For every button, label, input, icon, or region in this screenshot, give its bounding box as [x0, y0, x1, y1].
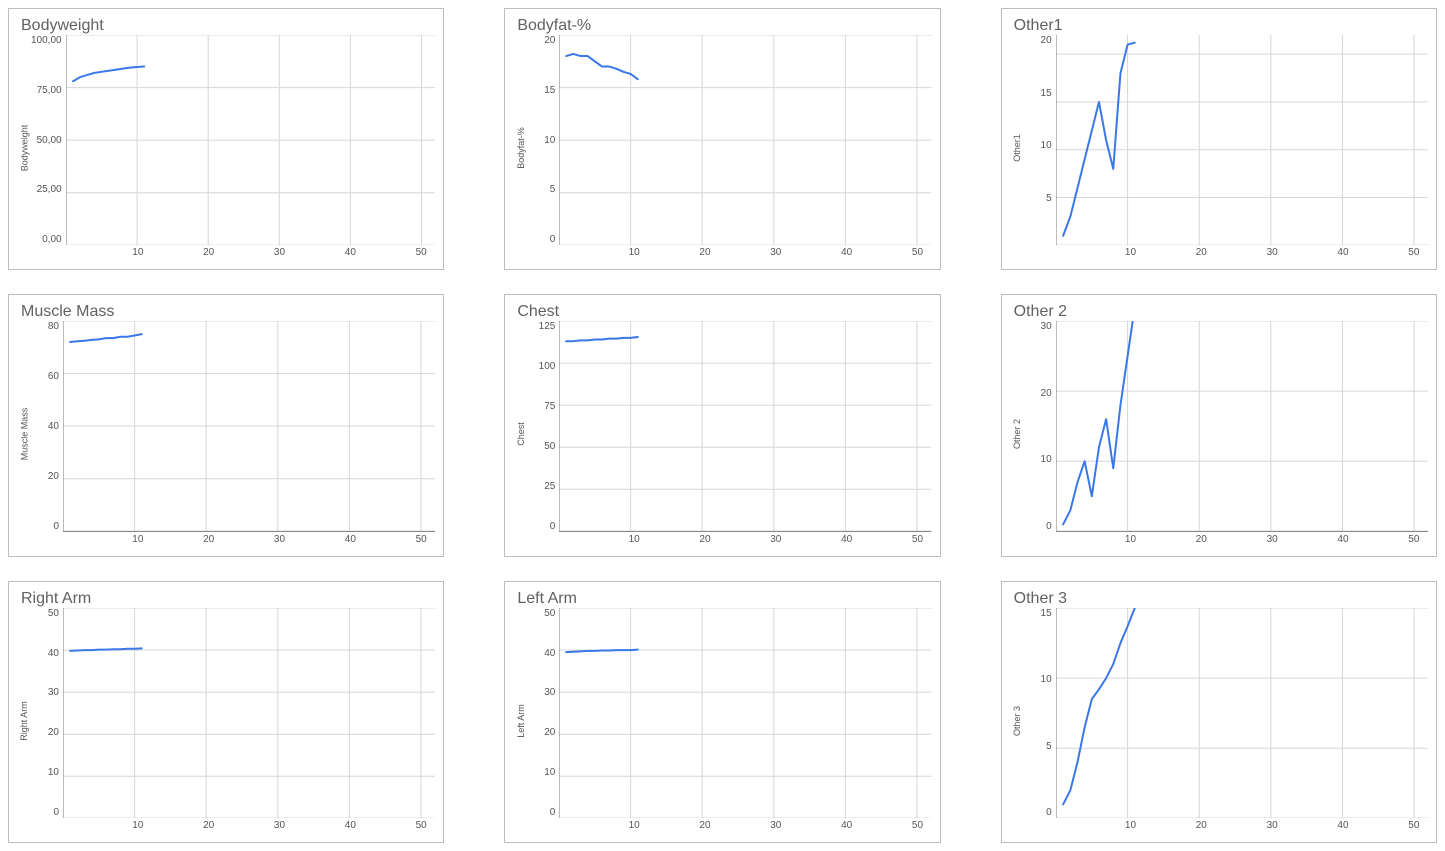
chart-title: Muscle Mass: [21, 303, 435, 321]
chart-bodyfat: Bodyfat-% Bodyfat-%20151050 1020304050: [504, 8, 940, 270]
chart-title: Other 3: [1014, 590, 1428, 608]
y-axis-label: Other 2: [1012, 419, 1022, 449]
y-ticks: 1251007550250: [527, 321, 559, 531]
y-ticks: 20151050: [527, 35, 559, 245]
y-ticks: 806040200: [31, 321, 63, 531]
x-ticks: 1020304050: [1024, 534, 1428, 548]
y-axis-label: Bodyweight: [19, 125, 29, 172]
plot-area: [559, 321, 931, 531]
y-axis-label: Left Arm: [515, 704, 525, 738]
chart-chest: Chest Chest1251007550250 1020304050: [504, 294, 940, 556]
x-ticks: 1020304050: [31, 820, 435, 834]
plot-area: [1056, 35, 1428, 245]
chart-title: Other1: [1014, 17, 1428, 35]
plot-area: [559, 608, 931, 818]
chart-title: Other 2: [1014, 303, 1428, 321]
y-ticks: 50403020100: [31, 608, 63, 818]
plot-area: [63, 321, 435, 531]
chart-right-arm: Right Arm Right Arm50403020100 1020304050: [8, 581, 444, 843]
chart-body: Bodyfat-%20151050 1020304050: [513, 35, 931, 261]
plot-area: [63, 608, 435, 818]
chart-other2: Other 2 Other 23020100 1020304050: [1001, 294, 1437, 556]
y-ticks: 151050: [1024, 608, 1056, 818]
chart-other3: Other 3 Other 3151050 1020304050: [1001, 581, 1437, 843]
y-axis-label: Chest: [515, 423, 525, 447]
x-ticks: 1020304050: [527, 820, 931, 834]
data-line: [73, 67, 144, 82]
y-ticks: 100,0075,0050,0025,000,00: [31, 35, 66, 245]
x-ticks: 1020304050: [527, 247, 931, 261]
plot-area: [1056, 608, 1428, 818]
y-axis-label: Muscle Mass: [19, 408, 29, 461]
x-ticks: 1020304050: [31, 534, 435, 548]
chart-left-arm: Left Arm Left Arm50403020100 1020304050: [504, 581, 940, 843]
x-ticks: 1020304050: [31, 247, 435, 261]
data-line: [566, 54, 638, 79]
chart-title: Left Arm: [517, 590, 931, 608]
y-axis-label: Bodyfat-%: [515, 127, 525, 169]
chart-body: Muscle Mass806040200 1020304050: [17, 321, 435, 547]
data-line: [70, 334, 142, 342]
data-line: [1063, 43, 1135, 236]
chart-title: Chest: [517, 303, 931, 321]
chart-other1: Other1 Other12015105 1020304050: [1001, 8, 1437, 270]
chart-body: Other12015105 1020304050: [1010, 35, 1428, 261]
x-ticks: 1020304050: [1024, 820, 1428, 834]
plot-area: [66, 35, 436, 245]
data-line: [1063, 608, 1135, 804]
chart-body: Bodyweight100,0075,0050,0025,000,00 10203…: [17, 35, 435, 261]
y-axis-label: Right Arm: [19, 701, 29, 741]
data-line: [566, 337, 638, 341]
chart-title: Right Arm: [21, 590, 435, 608]
chart-muscle-mass: Muscle Mass Muscle Mass806040200 102030405…: [8, 294, 444, 556]
chart-body: Other 23020100 1020304050: [1010, 321, 1428, 547]
chart-title: Bodyweight: [21, 17, 435, 35]
x-ticks: 1020304050: [527, 534, 931, 548]
chart-body: Left Arm50403020100 1020304050: [513, 608, 931, 834]
y-ticks: 2015105: [1024, 35, 1056, 245]
chart-body: Chest1251007550250 1020304050: [513, 321, 931, 547]
chart-bodyweight: BodyweightBodyweight100,0075,0050,0025,0…: [8, 8, 444, 270]
plot-area: [1056, 321, 1428, 531]
chart-body: Right Arm50403020100 1020304050: [17, 608, 435, 834]
plot-area: [559, 35, 931, 245]
x-ticks: 1020304050: [1024, 247, 1428, 261]
y-ticks: 3020100: [1024, 321, 1056, 531]
data-line: [1063, 321, 1135, 524]
y-axis-label: Other 3: [1012, 706, 1022, 736]
chart-body: Other 3151050 1020304050: [1010, 608, 1428, 834]
chart-title: Bodyfat-%: [517, 17, 931, 35]
y-axis-label: Other1: [1012, 134, 1022, 162]
y-ticks: 50403020100: [527, 608, 559, 818]
